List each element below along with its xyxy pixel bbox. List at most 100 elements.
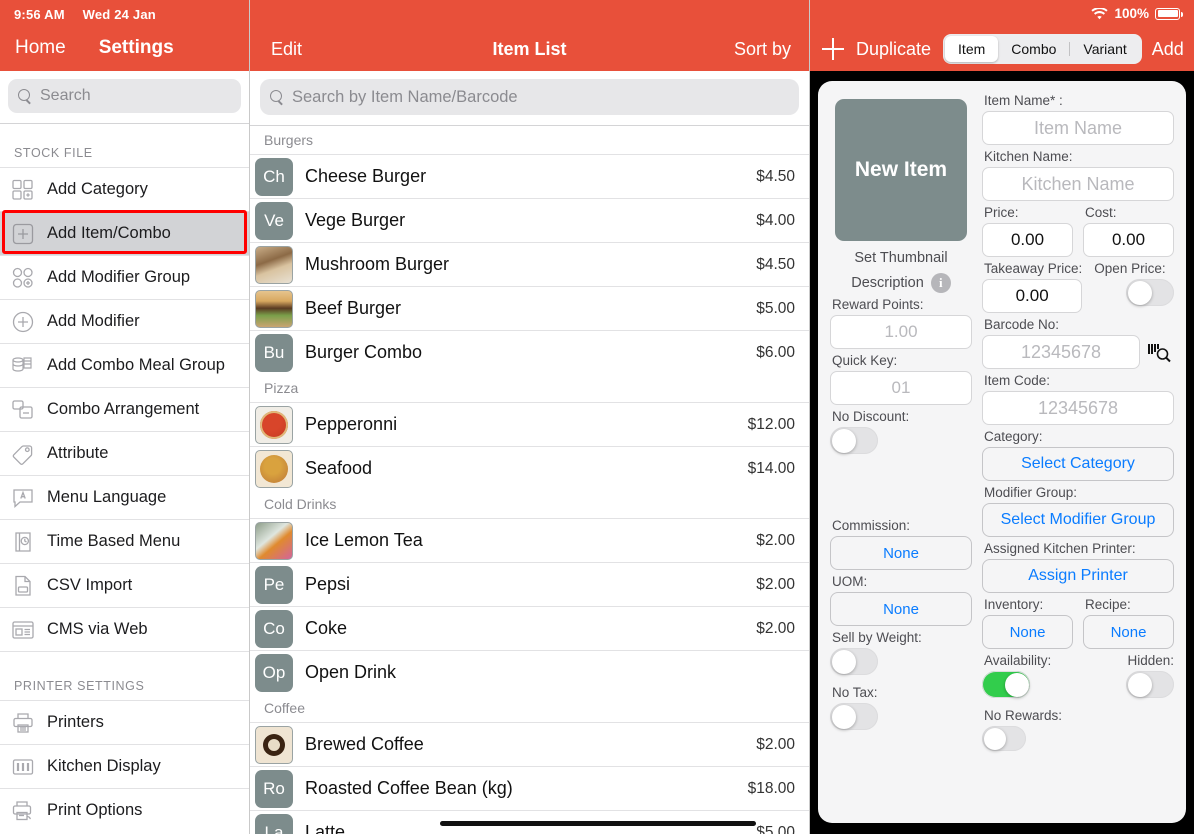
table-row[interactable]: Pepperonni $12.00 <box>250 402 809 446</box>
table-row[interactable]: Beef Burger $5.00 <box>250 286 809 330</box>
item-name-field[interactable]: Item Name <box>982 111 1174 145</box>
status-date: Wed 24 Jan <box>82 7 156 22</box>
no-tax-toggle[interactable] <box>830 703 878 730</box>
table-row[interactable]: Brewed Coffee $2.00 <box>250 722 809 766</box>
item-price: $14.00 <box>747 459 795 477</box>
table-row[interactable]: Seafood $14.00 <box>250 446 809 490</box>
no-discount-toggle[interactable] <box>830 427 878 454</box>
barcode-label: Barcode No: <box>984 317 1060 332</box>
table-row[interactable]: Mushroom Burger $4.50 <box>250 242 809 286</box>
inventory-button[interactable]: None <box>982 615 1073 649</box>
item-thumbnail: Ch <box>255 157 293 196</box>
item-price: $5.00 <box>756 299 795 317</box>
availability-toggle[interactable] <box>982 671 1030 698</box>
table-row[interactable]: Co Coke $2.00 <box>250 606 809 650</box>
reward-points-field[interactable]: 1.00 <box>830 315 972 349</box>
sidebar-item-combo-arrangement[interactable]: Combo Arrangement <box>0 387 249 431</box>
open-price-toggle[interactable] <box>1126 279 1174 306</box>
sidebar-item-add-combo-meal-group[interactable]: Add Combo Meal Group <box>0 343 249 387</box>
sidebar-item-label: CSV Import <box>47 576 133 594</box>
barcode-row: 12345678 <box>982 335 1174 369</box>
set-thumbnail-label[interactable]: Set Thumbnail <box>830 250 972 266</box>
form-left-column: New Item Set Thumbnail Description i Rew… <box>830 89 972 751</box>
takeaway-price-label: Takeaway Price: <box>984 261 1083 276</box>
sidebar-item-printers[interactable]: Printers <box>0 700 249 744</box>
availability-hidden-row: Availability: Hidden: <box>982 649 1174 698</box>
tab-combo[interactable]: Combo <box>998 36 1069 62</box>
description-row[interactable]: Description i <box>830 273 972 293</box>
home-indicator <box>440 821 756 826</box>
table-row[interactable]: Ch Cheese Burger $4.50 <box>250 154 809 198</box>
sidebar-item-print-options[interactable]: Print Options <box>0 788 249 832</box>
item-list[interactable]: Burgers Ch Cheese Burger $4.50 Ve Vege B… <box>250 125 809 834</box>
cost-field[interactable]: 0.00 <box>1083 223 1174 257</box>
commission-button[interactable]: None <box>830 536 972 570</box>
item-code-field[interactable]: 12345678 <box>982 391 1174 425</box>
page-title: Item List <box>492 39 567 59</box>
sidebar-item-csv-import[interactable]: CSV Import <box>0 563 249 607</box>
barcode-field[interactable]: 12345678 <box>982 335 1140 369</box>
item-name: Seafood <box>305 458 373 478</box>
sidebar-item-add-item-combo[interactable]: Add Item/Combo <box>0 210 249 255</box>
tab-variant[interactable]: Variant <box>1070 36 1139 62</box>
assign-printer-button[interactable]: Assign Printer <box>982 559 1174 593</box>
table-row[interactable]: Bu Burger Combo $6.00 <box>250 330 809 374</box>
item-name: Coke <box>305 618 348 638</box>
item-search-input[interactable]: Search by Item Name/Barcode <box>260 79 799 115</box>
sidebar-item-attribute[interactable]: Attribute <box>0 431 249 475</box>
kitchen-display-icon <box>10 754 36 780</box>
nav-settings[interactable]: Settings <box>99 37 174 59</box>
tab-item[interactable]: Item <box>945 36 999 62</box>
add-button[interactable]: Add <box>1152 39 1184 60</box>
takeaway-price-field[interactable]: 0.00 <box>982 279 1083 313</box>
table-row[interactable]: Ice Lemon Tea $2.00 <box>250 518 809 562</box>
plus-icon[interactable] <box>822 38 844 60</box>
sidebar-item-add-modifier-group[interactable]: Add Modifier Group <box>0 255 249 299</box>
item-detail-panel: 100% Duplicate Item Combo Variant Add Ne… <box>810 0 1194 834</box>
sidebar-item-add-category[interactable]: Add Category <box>0 167 249 211</box>
assigned-printer-label: Assigned Kitchen Printer: <box>984 541 1136 556</box>
uom-button[interactable]: None <box>830 592 972 626</box>
select-modifier-group-button[interactable]: Select Modifier Group <box>982 503 1174 537</box>
info-icon[interactable]: i <box>930 273 951 293</box>
table-row[interactable]: Ro Roasted Coffee Bean (kg) $18.00 <box>250 766 809 810</box>
no-rewards-toggle[interactable] <box>982 726 1026 751</box>
price-label: Price: <box>984 205 1019 220</box>
add-modifier-icon <box>10 309 36 335</box>
table-row[interactable]: Ve Vege Burger $4.00 <box>250 198 809 242</box>
item-name-label: Item Name* : <box>984 93 1063 108</box>
item-price: $12.00 <box>747 415 795 433</box>
select-category-button[interactable]: Select Category <box>982 447 1174 481</box>
kitchen-name-field[interactable]: Kitchen Name <box>982 167 1174 201</box>
nav-home[interactable]: Home <box>15 37 66 59</box>
sidebar-menu[interactable]: STOCK FILE Add Category Add Item/Combo A… <box>0 123 249 834</box>
sidebar-item-time-based-menu[interactable]: Time Based Menu <box>0 519 249 563</box>
barcode-scan-icon[interactable] <box>1144 337 1174 367</box>
table-row[interactable]: Pe Pepsi $2.00 <box>250 562 809 606</box>
duplicate-button[interactable]: Duplicate <box>856 39 931 60</box>
search-input[interactable]: Search <box>8 79 241 113</box>
sort-by-button[interactable]: Sort by <box>734 39 791 60</box>
sidebar-item-kitchen-display[interactable]: Kitchen Display <box>0 744 249 788</box>
cost-label: Cost: <box>1085 205 1117 220</box>
sidebar-item-add-modifier[interactable]: Add Modifier <box>0 299 249 343</box>
sell-by-weight-toggle[interactable] <box>830 648 878 675</box>
table-row[interactable]: Op Open Drink <box>250 650 809 694</box>
item-thumbnail-mushroom-burger-photo <box>255 245 293 284</box>
toggle-knob <box>1004 672 1029 697</box>
sidebar-item-cms-via-web[interactable]: CMS via Web <box>0 607 249 651</box>
type-segmented-control[interactable]: Item Combo Variant <box>943 34 1142 64</box>
price-field[interactable]: 0.00 <box>982 223 1073 257</box>
item-name: Burger Combo <box>305 342 423 362</box>
item-price: $2.00 <box>756 575 795 593</box>
search-placeholder: Search <box>40 87 91 104</box>
set-thumbnail-button[interactable]: New Item <box>835 99 967 241</box>
quick-key-field[interactable]: 01 <box>830 371 972 405</box>
sidebar-item-label: Add Modifier Group <box>47 268 191 286</box>
sidebar-item-label: Printers <box>47 713 104 731</box>
reward-points-label: Reward Points: <box>832 297 924 312</box>
sidebar-item-menu-language[interactable]: Menu Language <box>0 475 249 519</box>
item-name: Open Drink <box>305 662 397 682</box>
recipe-button[interactable]: None <box>1083 615 1174 649</box>
hidden-toggle[interactable] <box>1126 671 1174 698</box>
